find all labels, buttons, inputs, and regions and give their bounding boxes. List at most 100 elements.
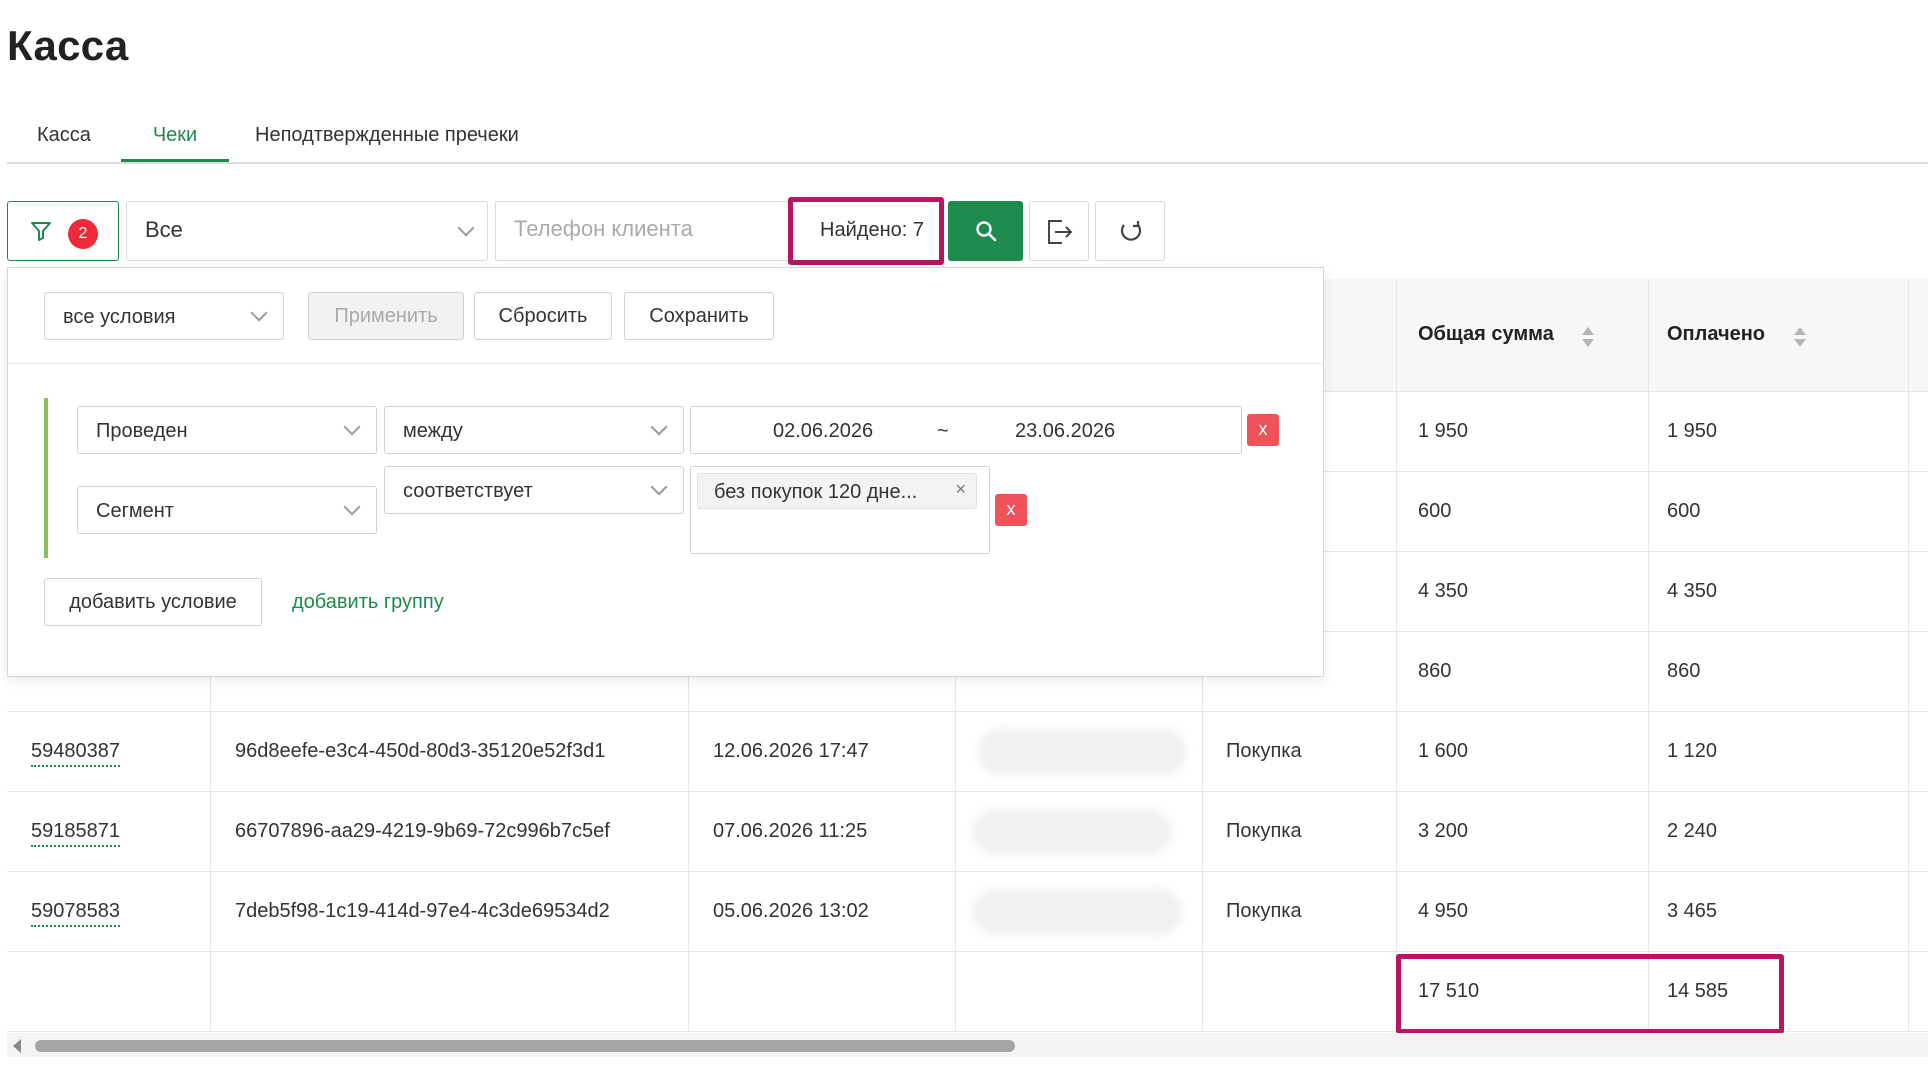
paid-cell: 1 120 bbox=[1667, 740, 1718, 762]
condition-field-value: Сегмент bbox=[96, 500, 174, 522]
column-header-paid[interactable]: Оплачено bbox=[1667, 323, 1765, 346]
date-cell: 12.06.2026 17:47 bbox=[713, 740, 869, 762]
column-divider bbox=[1396, 392, 1397, 1032]
conditions-mode-value: все условия bbox=[63, 306, 176, 328]
type-cell: Покупка bbox=[1226, 820, 1302, 842]
column-divider bbox=[1908, 392, 1909, 1032]
condition-group-bar bbox=[44, 398, 48, 558]
check-id-link[interactable]: 59078583 bbox=[31, 900, 120, 927]
check-id-link[interactable]: 59185871 bbox=[31, 820, 120, 847]
chevron-down-icon bbox=[457, 219, 475, 237]
sort-icon[interactable] bbox=[1581, 327, 1594, 349]
scroll-left-icon[interactable] bbox=[13, 1039, 21, 1053]
table-row[interactable]: 59480387 96d8eefe-e3c4-450d-80d3-35120e5… bbox=[7, 712, 1928, 792]
segment-tag: без покупок 120 дне... × bbox=[697, 473, 977, 509]
phone-search-input[interactable] bbox=[514, 216, 784, 242]
filter-button[interactable]: 2 bbox=[7, 201, 119, 261]
add-group-link[interactable]: добавить группу bbox=[292, 591, 444, 614]
search-icon bbox=[976, 221, 997, 242]
delete-condition-button[interactable]: x bbox=[995, 494, 1027, 526]
tab-kassa[interactable]: Касса bbox=[37, 116, 91, 162]
column-divider bbox=[1396, 279, 1397, 392]
paid-cell: 4 350 bbox=[1667, 580, 1718, 602]
paid-sum: 14 585 bbox=[1667, 980, 1729, 1002]
refresh-button[interactable] bbox=[1095, 201, 1165, 261]
condition-field-value: Проведен bbox=[96, 420, 188, 442]
reset-button[interactable]: Сбросить bbox=[474, 292, 612, 340]
found-count-label: Найдено: 7 bbox=[820, 219, 924, 241]
page-title: Касса bbox=[7, 22, 129, 69]
total-cell: 4 350 bbox=[1418, 580, 1469, 602]
column-header-total[interactable]: Общая сумма bbox=[1418, 323, 1554, 346]
table-row[interactable]: 59185871 66707896-aa29-4219-9b69-72c996b… bbox=[7, 792, 1928, 872]
add-condition-button[interactable]: добавить условие bbox=[44, 578, 262, 626]
condition-operator-value: между bbox=[403, 420, 463, 442]
tab-unconfirmed-prechecks[interactable]: Неподтвержденные пречеки bbox=[255, 116, 519, 162]
check-id-link[interactable]: 59480387 bbox=[31, 740, 120, 767]
total-cell: 4 950 bbox=[1418, 900, 1469, 922]
chevron-down-icon bbox=[343, 498, 361, 516]
chevron-down-icon bbox=[650, 478, 668, 496]
found-count: Найдено: 7 bbox=[796, 201, 948, 261]
column-divider bbox=[1648, 392, 1649, 1032]
segment-tag-field[interactable]: без покупок 120 дне... × bbox=[690, 466, 990, 554]
save-button[interactable]: Сохранить bbox=[624, 292, 774, 340]
total-cell: 3 200 bbox=[1418, 820, 1469, 842]
condition-operator-select[interactable]: между bbox=[384, 406, 684, 454]
date-cell: 05.06.2026 13:02 bbox=[713, 900, 869, 922]
column-divider bbox=[1908, 279, 1909, 392]
scrollbar-thumb[interactable] bbox=[35, 1040, 1015, 1052]
blurred-phone bbox=[972, 808, 1172, 856]
guid-cell: 66707896-aa29-4219-9b69-72c996b7c5ef bbox=[235, 820, 610, 842]
blurred-phone bbox=[977, 728, 1187, 776]
total-cell: 600 bbox=[1418, 500, 1452, 522]
paid-cell: 1 950 bbox=[1667, 420, 1718, 442]
status-select-value: Все bbox=[145, 217, 183, 242]
paid-cell: 2 240 bbox=[1667, 820, 1718, 842]
tab-checks[interactable]: Чеки bbox=[121, 116, 229, 162]
filter-panel-header: все условия Применить Сбросить Сохранить bbox=[8, 268, 1323, 364]
conditions-mode-select[interactable]: все условия bbox=[44, 292, 284, 340]
filter-panel: все условия Применить Сбросить Сохранить… bbox=[7, 267, 1324, 677]
total-cell: 860 bbox=[1418, 660, 1452, 682]
date-range-picker[interactable]: 02.06.2026 ~ 23.06.2026 bbox=[690, 406, 1242, 454]
paid-cell: 860 bbox=[1667, 660, 1701, 682]
funnel-icon bbox=[31, 222, 51, 241]
horizontal-scrollbar[interactable] bbox=[7, 1033, 1928, 1057]
sort-icon[interactable] bbox=[1793, 327, 1806, 349]
type-cell: Покупка bbox=[1226, 740, 1302, 762]
guid-cell: 96d8eefe-e3c4-450d-80d3-35120e52f3d1 bbox=[235, 740, 606, 762]
status-select[interactable]: Все bbox=[126, 201, 488, 261]
totals-row: 17 510 14 585 bbox=[7, 952, 1928, 1032]
apply-button[interactable]: Применить bbox=[308, 292, 464, 340]
filter-count-badge: 2 bbox=[68, 219, 98, 249]
date-to[interactable]: 23.06.2026 bbox=[1015, 420, 1115, 443]
guid-cell: 7deb5f98-1c19-414d-97e4-4c3de69534d2 bbox=[235, 900, 610, 922]
total-sum: 17 510 bbox=[1418, 980, 1480, 1002]
condition-operator-value: соответствует bbox=[403, 480, 533, 502]
date-cell: 07.06.2026 11:25 bbox=[713, 820, 868, 842]
condition-field-select[interactable]: Сегмент bbox=[77, 486, 377, 534]
chevron-down-icon bbox=[650, 418, 668, 436]
phone-search-field[interactable] bbox=[495, 201, 800, 261]
chevron-down-icon bbox=[343, 418, 361, 436]
export-icon bbox=[1048, 220, 1073, 244]
refresh-icon bbox=[1120, 221, 1142, 241]
paid-cell: 600 bbox=[1667, 500, 1701, 522]
total-cell: 1 600 bbox=[1418, 740, 1469, 762]
date-separator: ~ bbox=[937, 420, 949, 442]
search-button[interactable] bbox=[948, 201, 1023, 261]
tab-bar: Касса Чеки Неподтвержденные пречеки bbox=[7, 108, 1928, 164]
delete-condition-button[interactable]: x bbox=[1247, 414, 1279, 446]
export-button[interactable] bbox=[1029, 201, 1089, 261]
blurred-phone bbox=[972, 888, 1182, 936]
table-row[interactable]: 59078583 7deb5f98-1c19-414d-97e4-4c3de69… bbox=[7, 872, 1928, 952]
segment-tag-label: без покупок 120 дне... bbox=[714, 481, 918, 503]
condition-operator-select[interactable]: соответствует bbox=[384, 466, 684, 514]
chevron-down-icon bbox=[250, 304, 268, 322]
close-icon[interactable]: × bbox=[955, 479, 966, 500]
date-from[interactable]: 02.06.2026 bbox=[773, 420, 873, 443]
total-cell: 1 950 bbox=[1418, 420, 1469, 442]
condition-field-select[interactable]: Проведен bbox=[77, 406, 377, 454]
type-cell: Покупка bbox=[1226, 900, 1302, 922]
